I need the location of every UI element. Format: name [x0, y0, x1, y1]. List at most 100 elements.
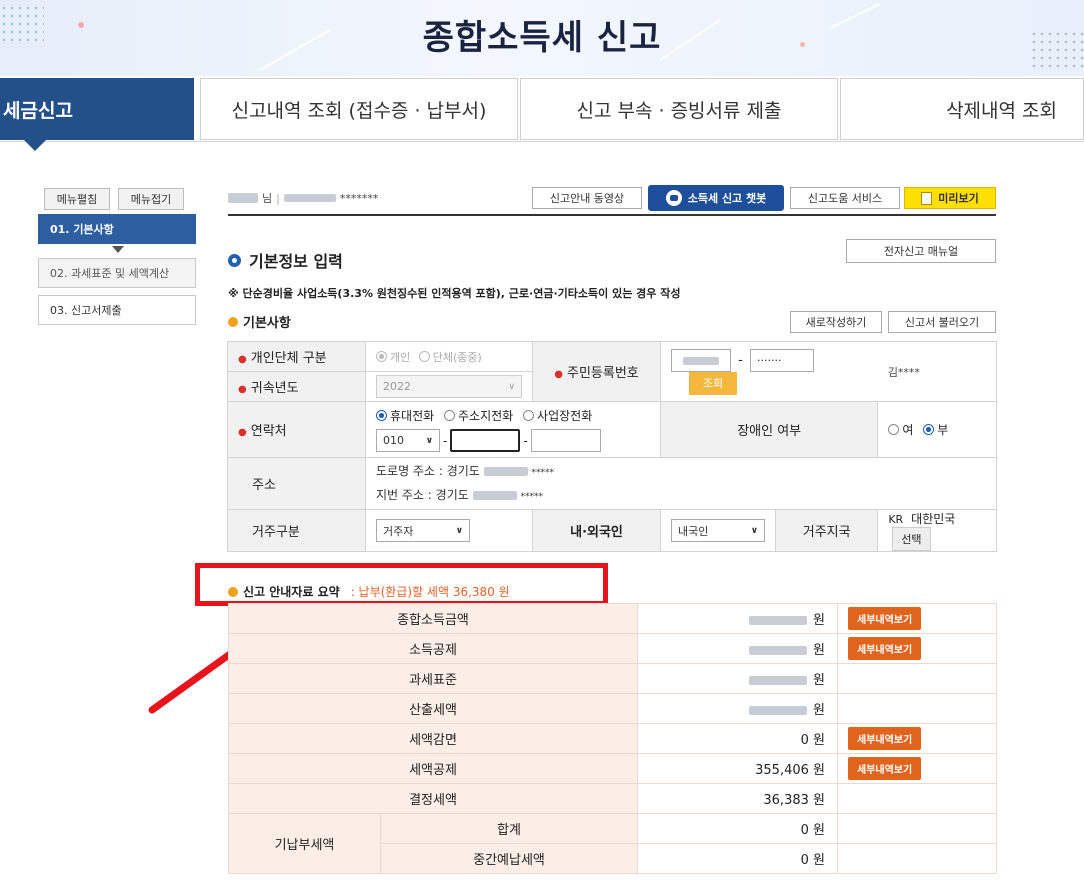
masked-amount: [749, 706, 808, 715]
summary-action: 세부내역보기: [837, 603, 997, 634]
residence-select[interactable]: 거주자 ∨: [376, 519, 470, 542]
address-cell: 도로명 주소 : 경기도 ***** 지번 주소 : 경기도 *****: [365, 457, 997, 510]
contact-label-cell: ● 연락처: [227, 401, 366, 458]
summary-value: 원: [637, 603, 838, 634]
total-label: 합계: [380, 813, 638, 844]
jibun-mask: *****: [520, 491, 543, 502]
nationality-select[interactable]: 내국인 ∨: [671, 519, 765, 542]
new-write-button[interactable]: 새로작성하기: [790, 311, 882, 333]
user-suffix: 님: [262, 192, 273, 205]
chevron-down-icon: [112, 246, 124, 253]
detail-button[interactable]: 세부내역보기: [848, 637, 922, 660]
menu-expand-button[interactable]: 메뉴펼침: [44, 188, 110, 210]
rrn-back-input[interactable]: ·······: [749, 348, 814, 372]
preview-button[interactable]: 미리보기: [904, 187, 996, 209]
unit: 원: [813, 793, 825, 808]
summary-value: 0 원: [637, 723, 838, 754]
phone-middle-input[interactable]: [450, 429, 521, 452]
highlight-box: [195, 563, 608, 606]
road-mask: *****: [531, 467, 554, 478]
tab-filing-history[interactable]: 신고내역 조회 (접수증 · 납부서): [200, 78, 518, 140]
chevron-down-icon: ∨: [455, 525, 463, 536]
summary-row: 종합소득금액 원 세부내역보기: [228, 603, 997, 634]
summary-row: 결정세액 36,383 원: [228, 783, 997, 814]
contact-cell: 휴대전화 주소지전화 사업장전화 010 ∨ - -: [365, 401, 661, 458]
summary-table: 종합소득금액 원 세부내역보기 소득공제 원 세부내역보기 과세표준 원 산출세액 원 세액감면 0 …: [228, 603, 997, 874]
radio-disability-yes[interactable]: [888, 424, 900, 435]
phone-prefix-value: 010: [383, 434, 404, 447]
rrn-front-input[interactable]: [671, 348, 731, 372]
disability-no-label: 부: [937, 423, 949, 437]
notice-text: ※ 단순경비율 사업소득(3.3% 원천징수된 인적용역 포함), 근로·연금·…: [228, 287, 681, 300]
summary-value: 355,406 원: [637, 753, 838, 784]
basic-heading: 기본사항: [228, 312, 291, 331]
section-heading: 기본정보 입력: [228, 248, 343, 272]
summary-action: 세부내역보기: [837, 723, 997, 754]
tab-supporting-docs[interactable]: 신고 부속 · 증빙서류 제출: [520, 78, 838, 140]
summary-action: [837, 843, 997, 874]
summary-row: 세액공제 355,406 원 세부내역보기: [228, 753, 997, 784]
sidebar-item-submit[interactable]: 03. 신고서제출: [38, 295, 196, 325]
address-label-cell: 주소: [227, 457, 366, 510]
year-select[interactable]: 2022 ∨: [376, 375, 522, 398]
unit: 원: [813, 823, 825, 838]
total-value: 0 원: [637, 813, 838, 844]
country-select-button[interactable]: 선택: [892, 527, 931, 551]
masked-id: [283, 194, 336, 202]
masked-name-cell: 김****: [877, 341, 997, 402]
main-tabs: 세금신고 신고내역 조회 (접수증 · 납부서) 신고 부속 · 증빙서류 제출…: [0, 78, 1084, 142]
chatbot-label: 소득세 신고 챗봇: [687, 192, 767, 205]
radio-mobile[interactable]: [376, 410, 387, 421]
summary-action: 세부내역보기: [837, 753, 997, 784]
document-icon: [921, 191, 933, 205]
phone-last-input[interactable]: [530, 429, 601, 452]
disability-cell: 여 부: [877, 401, 997, 458]
lookup-button[interactable]: 조회: [689, 371, 737, 395]
nationality-value: 내국인: [678, 524, 709, 538]
unit: 원: [813, 673, 825, 688]
menu-collapse-button[interactable]: 메뉴접기: [118, 188, 184, 210]
radio-individual[interactable]: [376, 350, 387, 362]
unit: 원: [813, 613, 825, 628]
guide-video-button[interactable]: 신고안내 동영상: [532, 187, 642, 209]
year-value: 2022: [383, 380, 411, 393]
sidebar-item-basic[interactable]: 01. 기본사항: [38, 214, 196, 244]
sidebar-item-tax-calc[interactable]: 02. 과세표준 및 세액계산: [38, 258, 196, 288]
year-label-cell: ● 귀속년도: [227, 371, 366, 402]
radio-work-phone[interactable]: [523, 410, 535, 421]
summary-label: 세액감면: [228, 723, 638, 754]
summary-row: 기납부세액 합계 0 원: [228, 813, 997, 874]
interim-amount: 0: [800, 853, 809, 868]
unit: 원: [813, 853, 825, 868]
radio-disability-no[interactable]: [923, 424, 935, 435]
bullet-icon: [228, 253, 241, 267]
load-return-button[interactable]: 신고서 불러오기: [888, 311, 996, 333]
tab-deleted-history[interactable]: 삭제내역 조회: [840, 78, 1084, 140]
chatbot-button[interactable]: 소득세 신고 챗봇: [648, 185, 784, 211]
summary-row: 세액감면 0 원 세부내역보기: [228, 723, 997, 754]
tab-tax-filing[interactable]: 세금신고: [0, 78, 194, 140]
summary-action: [837, 783, 997, 814]
radio-home-phone[interactable]: [444, 410, 455, 421]
radio-group[interactable]: [418, 350, 430, 362]
detail-button[interactable]: 세부내역보기: [848, 727, 922, 750]
detail-button[interactable]: 세부내역보기: [848, 757, 922, 780]
disability-yes-label: 여: [902, 423, 914, 437]
year-label: 귀속년도: [250, 381, 299, 396]
unit: 원: [813, 643, 825, 658]
summary-amount: 355,406: [755, 763, 809, 778]
summary-row: 과세표준 원: [228, 663, 997, 694]
divider: |: [276, 191, 280, 205]
help-service-button[interactable]: 신고도움 서비스: [790, 187, 900, 209]
manual-button[interactable]: 전자신고 매뉴얼: [846, 239, 996, 263]
radio-group-label: 단체(종중): [432, 350, 482, 364]
chatbot-icon: [665, 190, 682, 206]
chevron-down-icon: ∨: [508, 381, 515, 392]
contact-label: 연락처: [250, 424, 287, 439]
masked-amount: [749, 616, 808, 625]
prepaid-label: 기납부세액: [228, 813, 381, 874]
radio-individual-label: 개인: [390, 350, 411, 364]
detail-button[interactable]: 세부내역보기: [848, 607, 922, 630]
phone-prefix-select[interactable]: 010 ∨: [376, 429, 440, 452]
rrn-label-cell: ● 주민등록번호: [532, 341, 661, 402]
